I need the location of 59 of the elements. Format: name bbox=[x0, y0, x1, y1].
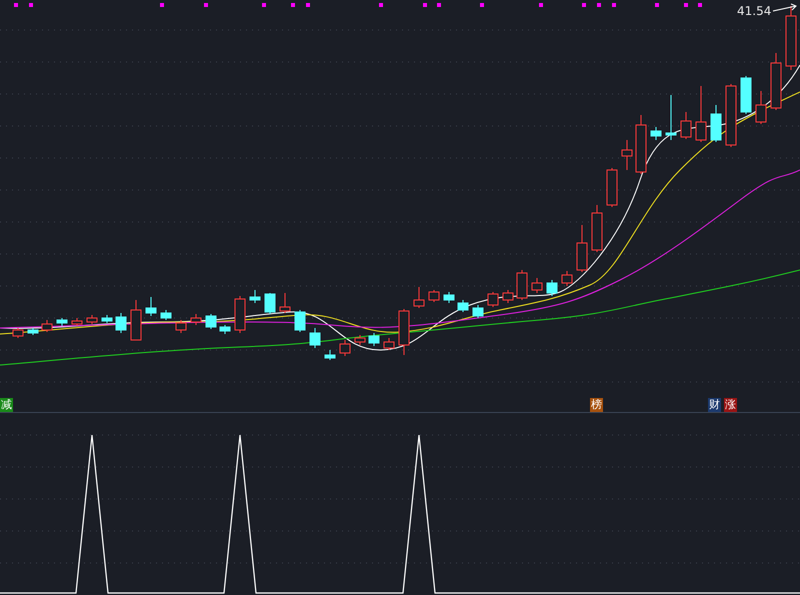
candlestick bbox=[340, 340, 350, 356]
candlestick bbox=[472, 304, 484, 318]
candlestick bbox=[160, 310, 172, 320]
candlestick bbox=[710, 104, 722, 142]
candlestick bbox=[546, 280, 558, 296]
candlestick bbox=[606, 168, 618, 208]
candlestick bbox=[414, 286, 424, 308]
candlestick bbox=[56, 318, 68, 326]
candlestick bbox=[726, 84, 736, 148]
candlestick bbox=[206, 314, 216, 330]
candlestick bbox=[502, 290, 514, 304]
candlestick bbox=[146, 296, 156, 316]
candlestick bbox=[234, 296, 246, 334]
candlestick bbox=[310, 328, 320, 348]
candlestick bbox=[384, 338, 394, 350]
candlestick bbox=[12, 328, 24, 338]
candlestick bbox=[176, 320, 186, 334]
signal-badge: 榜 bbox=[590, 398, 603, 412]
candlestick bbox=[592, 204, 602, 252]
candlestick bbox=[42, 320, 52, 332]
candlestick bbox=[324, 350, 336, 360]
candlestick bbox=[398, 308, 410, 356]
candlestick bbox=[786, 6, 796, 70]
candlestick bbox=[220, 324, 230, 334]
candlestick bbox=[130, 300, 142, 340]
candlestick bbox=[294, 310, 306, 332]
candlestick bbox=[516, 270, 528, 300]
price-label: 41.54 bbox=[737, 4, 772, 18]
candlestick bbox=[264, 292, 276, 314]
candlestick bbox=[636, 114, 646, 174]
candlestick bbox=[576, 224, 588, 272]
candlestick bbox=[116, 312, 126, 334]
signal-badge: 减 bbox=[0, 398, 13, 412]
candlestick bbox=[770, 52, 782, 110]
candlestick bbox=[756, 90, 766, 124]
candlestick bbox=[622, 140, 632, 170]
candlestick bbox=[354, 334, 366, 346]
candlestick bbox=[458, 300, 468, 312]
candlestick bbox=[86, 314, 98, 324]
candlestick bbox=[280, 292, 290, 314]
arrow-icon bbox=[772, 3, 798, 13]
candlestick bbox=[102, 314, 112, 324]
candlestick bbox=[368, 332, 380, 346]
candlestick bbox=[190, 314, 202, 326]
candlestick bbox=[650, 126, 662, 140]
candlestick bbox=[562, 270, 572, 286]
candlestick bbox=[666, 94, 676, 140]
candlestick bbox=[696, 86, 706, 142]
candlestick bbox=[72, 318, 82, 326]
candlestick bbox=[428, 290, 440, 302]
candlestick bbox=[488, 292, 498, 308]
candlestick bbox=[28, 328, 38, 336]
candlestick bbox=[680, 112, 692, 140]
candlestick bbox=[444, 292, 454, 304]
candlestick bbox=[250, 290, 260, 304]
signal-badge: 财 bbox=[708, 398, 721, 412]
candlestick bbox=[532, 278, 542, 294]
signal-badge: 涨 bbox=[724, 398, 737, 412]
candlestick bbox=[740, 76, 752, 114]
